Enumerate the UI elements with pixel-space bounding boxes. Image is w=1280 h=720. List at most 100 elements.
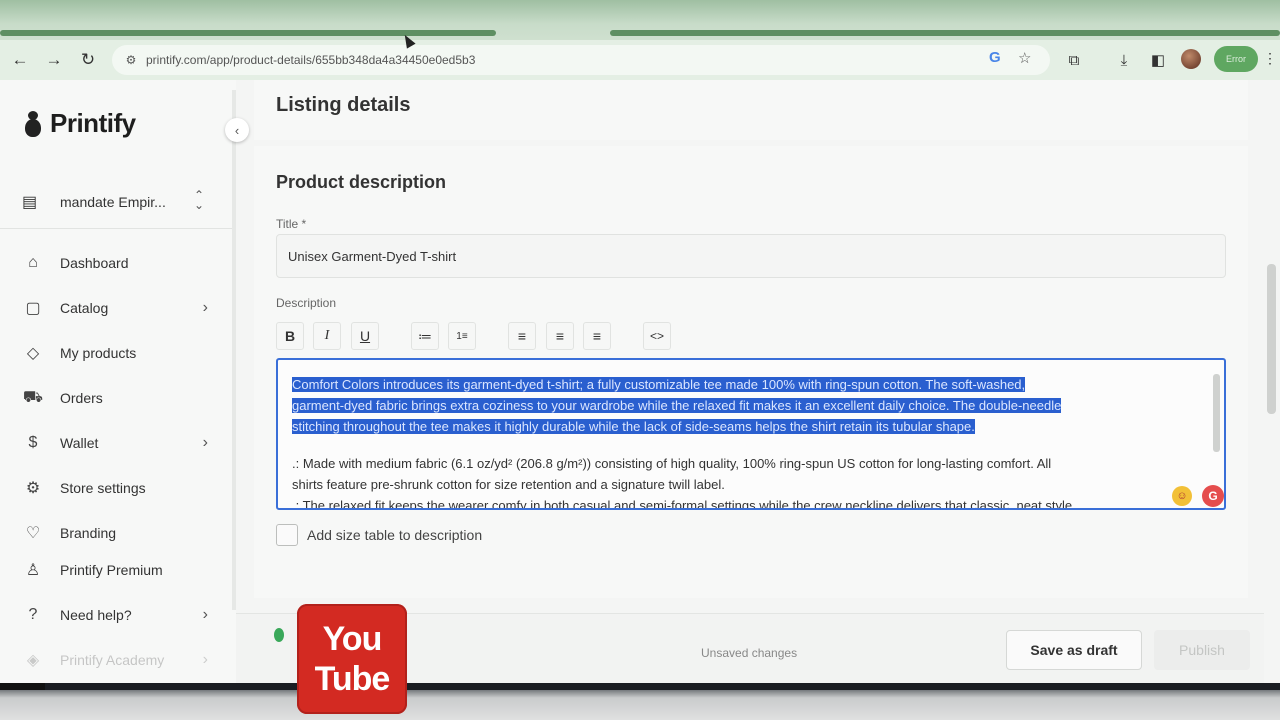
collapse-sidebar-button[interactable]: ‹ xyxy=(225,118,249,142)
sidebar-item-label: Orders xyxy=(60,390,103,406)
sidebar-item-label: Branding xyxy=(60,525,117,541)
size-table-option[interactable]: Add size table to description xyxy=(276,524,482,546)
menu-icon[interactable]: ⋮ xyxy=(1263,50,1277,67)
scroll-thumb[interactable] xyxy=(1267,264,1276,414)
brand-name: Printify xyxy=(50,108,136,138)
tab-indicator[interactable] xyxy=(0,30,496,36)
description-editor[interactable]: Comfort Colors introduces its garment-dy… xyxy=(276,358,1226,510)
italic-button[interactable]: I xyxy=(313,322,341,350)
sidebar-item-label: Need help? xyxy=(60,607,132,623)
unsaved-status: Unsaved changes xyxy=(701,646,798,660)
sidebar-item-printify-premium[interactable]: ♙ Printify Premium xyxy=(22,556,212,584)
store-name: mandate Empir... xyxy=(60,194,166,210)
page-scrollbar[interactable] xyxy=(1264,80,1280,683)
back-icon[interactable]: ← xyxy=(8,48,32,72)
tag-icon: ◇ xyxy=(26,345,40,362)
chevron-right-icon: › xyxy=(202,651,208,668)
help-icon: ? xyxy=(28,606,38,623)
sidebar-item-label: Store settings xyxy=(60,480,146,496)
store-selector[interactable]: ▤ mandate Empir... ⌃ ⌄ xyxy=(22,188,212,216)
video-progress-played xyxy=(0,683,45,690)
bold-button[interactable]: B xyxy=(276,322,304,350)
heart-icon: ♡ xyxy=(25,525,41,542)
forward-icon[interactable]: → xyxy=(42,48,66,72)
download-icon[interactable]: ⤓ xyxy=(1112,48,1136,72)
url-text[interactable]: printify.com/app/product-details/655bb34… xyxy=(146,53,475,67)
video-player-bar xyxy=(0,683,1280,720)
sidepanel-icon[interactable]: ◧ xyxy=(1146,48,1170,72)
sidebar-item-orders[interactable]: ⛟ Orders xyxy=(22,384,212,412)
store-icon: ▤ xyxy=(22,194,38,211)
text-line[interactable]: .: Made with medium fabric (6.1 oz/yd² (… xyxy=(292,456,1051,471)
address-bar[interactable]: ⚙ printify.com/app/product-details/655bb… xyxy=(112,45,1050,75)
selected-text-line[interactable]: stitching throughout the tee makes it hi… xyxy=(292,419,975,434)
youtube-logo: You Tube xyxy=(297,604,407,714)
sidebar-item-catalog[interactable]: ▢ Catalog › xyxy=(22,294,212,322)
grammar-extension-icon[interactable]: G xyxy=(1202,485,1224,507)
bullet-list-button[interactable]: ≔ xyxy=(411,322,439,350)
title-field[interactable] xyxy=(276,234,1226,278)
catalog-icon: ▢ xyxy=(25,300,41,317)
profile-error-chip[interactable]: Error xyxy=(1214,46,1258,72)
app-container: Printify ▤ mandate Empir... ⌃ ⌄ ⌂ Dashboa… xyxy=(0,80,1280,683)
gear-icon: ⚙ xyxy=(25,480,41,497)
sidebar-item-label: Catalog xyxy=(60,300,109,316)
site-info-icon[interactable]: ⚙ xyxy=(116,53,146,67)
description-paragraph-selected[interactable]: Comfort Colors introduces its garment-dy… xyxy=(292,374,1192,437)
code-view-button[interactable]: <> xyxy=(643,322,671,350)
size-table-label[interactable]: Add size table to description xyxy=(307,527,482,543)
dollar-icon: $ xyxy=(28,434,38,451)
description-label: Description xyxy=(276,296,337,310)
description-paragraph[interactable]: .: Made with medium fabric (6.1 oz/yd² (… xyxy=(292,453,1192,508)
sidebar-item-dashboard[interactable]: ⌂ Dashboard xyxy=(22,249,212,277)
numbered-list-button[interactable]: 1≡ xyxy=(448,322,476,350)
truck-icon: ⛟ xyxy=(22,389,44,406)
youtube-logo-text: You xyxy=(322,620,383,658)
leaf-icon xyxy=(274,628,284,642)
product-description-card: Product description Title * Description … xyxy=(254,146,1248,598)
printify-logo[interactable]: Printify xyxy=(22,108,136,139)
sidebar-item-label: Printify Premium xyxy=(60,562,163,578)
reload-icon[interactable]: ↻ xyxy=(76,48,100,72)
extensions-icon[interactable]: ⧉ xyxy=(1062,48,1086,72)
underline-button[interactable]: U xyxy=(351,322,379,350)
selected-text-line[interactable]: Comfort Colors introduces its garment-dy… xyxy=(292,377,1026,392)
video-progress-bar[interactable] xyxy=(0,683,1280,690)
sidebar-item-printify-academy[interactable]: ◈ Printify Academy › xyxy=(22,646,212,674)
sidebar-scrollbar[interactable] xyxy=(232,90,236,610)
scroll-thumb[interactable] xyxy=(1213,374,1220,452)
tab-indicator[interactable] xyxy=(610,30,1280,36)
sidebar-item-branding[interactable]: ♡ Branding xyxy=(22,519,212,547)
selected-text-line[interactable]: garment-dyed fabric brings extra cozines… xyxy=(292,398,1062,413)
save-draft-button[interactable]: Save as draft xyxy=(1006,630,1142,670)
home-icon: ⌂ xyxy=(28,254,38,271)
text-line[interactable]: shirts feature pre-shrunk cotton for siz… xyxy=(292,477,725,492)
align-left-button[interactable]: ≡ xyxy=(508,322,536,350)
sidebar-item-need-help[interactable]: ? Need help? › xyxy=(22,601,212,629)
size-table-checkbox[interactable] xyxy=(276,524,298,546)
align-right-button[interactable]: ≡ xyxy=(583,322,611,350)
google-icon[interactable]: G xyxy=(989,49,1001,66)
align-center-button[interactable]: ≡ xyxy=(546,322,574,350)
sidebar-item-my-products[interactable]: ◇ My products xyxy=(22,339,212,367)
sidebar-item-label: Dashboard xyxy=(60,255,129,271)
text-line[interactable]: .: The relaxed fit keeps the wearer comf… xyxy=(292,498,1072,508)
sidebar-divider xyxy=(0,228,236,229)
browser-toolbar: ← → ↻ ⚙ printify.com/app/product-details… xyxy=(0,40,1280,80)
title-label: Title * xyxy=(276,217,307,231)
star-icon[interactable]: ☆ xyxy=(1018,49,1031,67)
printify-logo-icon xyxy=(22,110,44,137)
sidebar-item-wallet[interactable]: $ Wallet › xyxy=(22,429,212,457)
emoji-extension-icon[interactable]: ☺ xyxy=(1172,486,1192,506)
chevron-right-icon: › xyxy=(202,299,208,316)
academy-icon: ◈ xyxy=(26,652,40,669)
premium-icon: ♙ xyxy=(25,562,41,579)
sidebar-item-store-settings[interactable]: ⚙ Store settings xyxy=(22,474,212,502)
page-title: Listing details xyxy=(276,94,411,116)
chevron-right-icon: › xyxy=(202,434,208,451)
sidebar: Printify ▤ mandate Empir... ⌃ ⌄ ⌂ Dashboa… xyxy=(0,80,236,683)
publish-button[interactable]: Publish xyxy=(1154,630,1250,670)
chevron-updown-icon: ⌃ ⌄ xyxy=(194,188,205,212)
avatar[interactable] xyxy=(1181,49,1201,69)
chevron-right-icon: › xyxy=(202,606,208,623)
